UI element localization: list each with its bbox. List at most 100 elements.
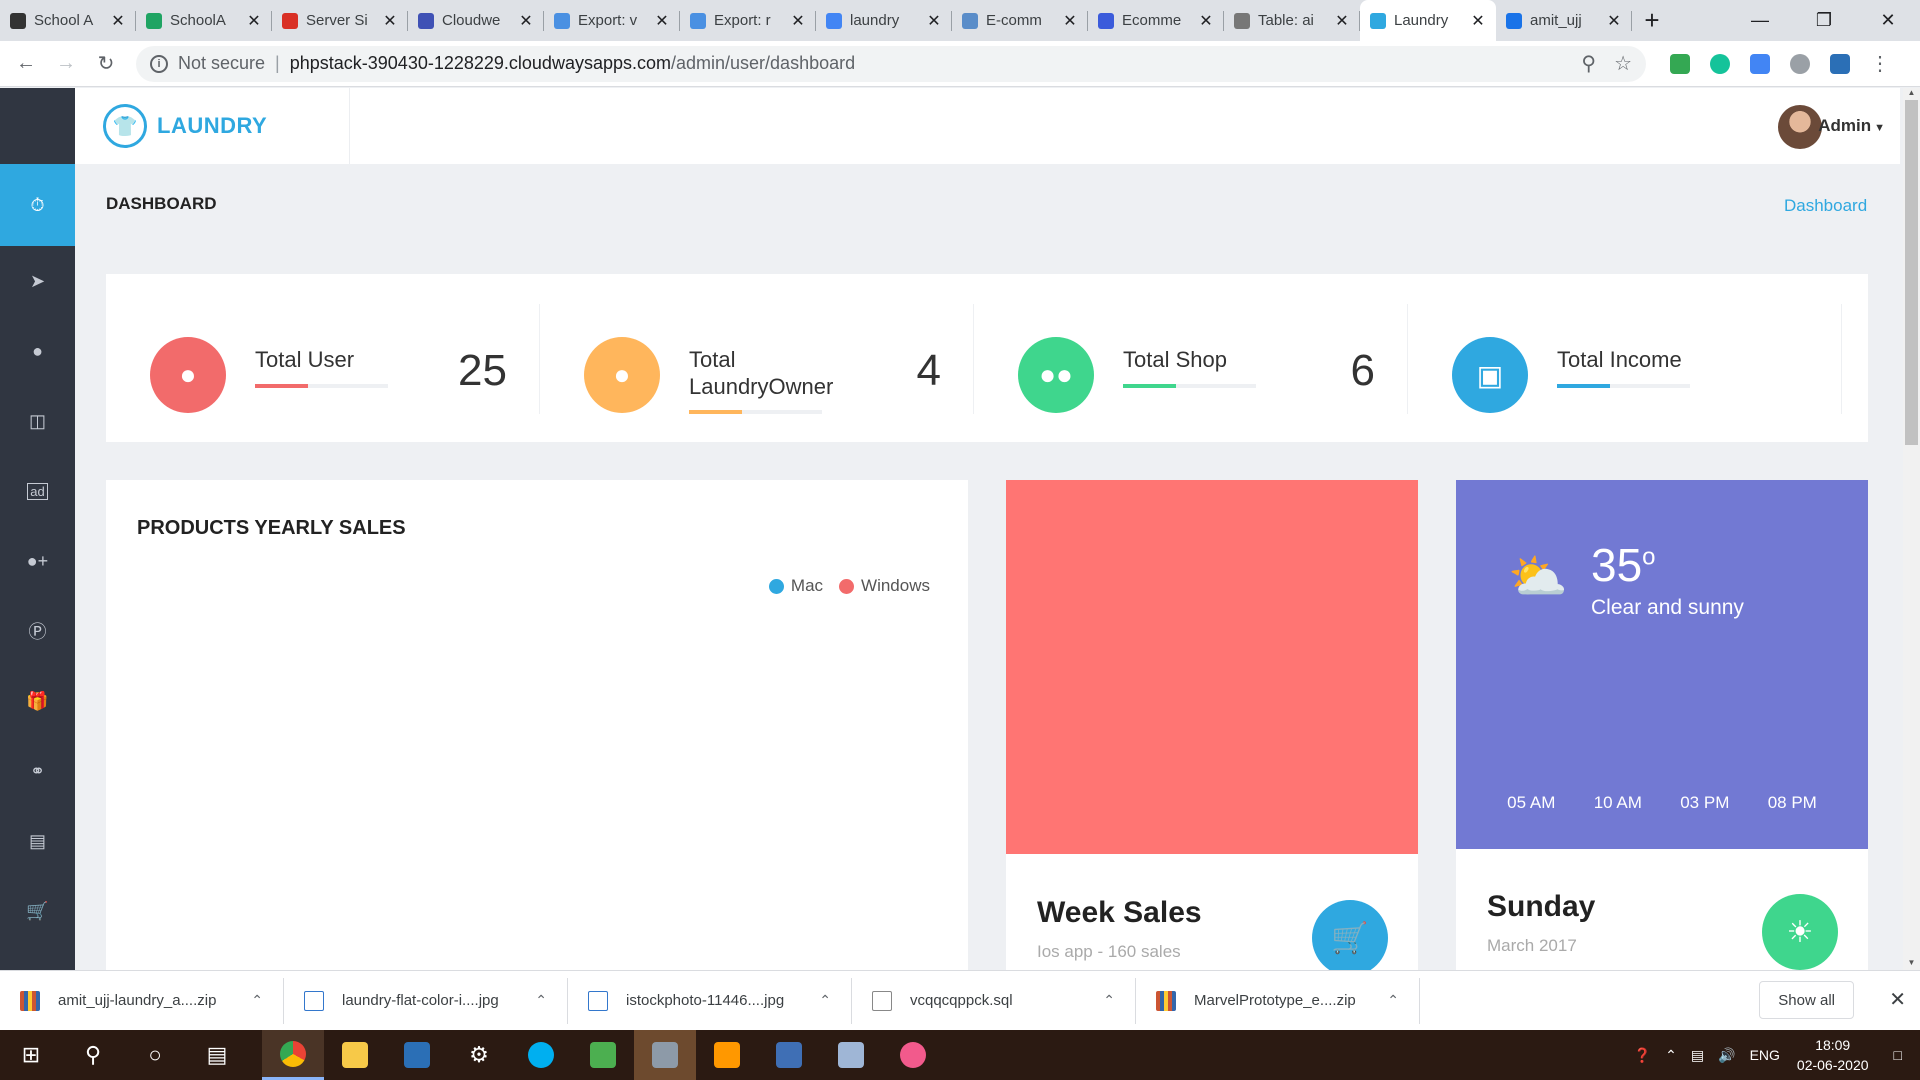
user-menu[interactable]: Admin ▼ — [1818, 116, 1885, 136]
close-tab-icon[interactable]: ✕ — [654, 11, 670, 31]
teams-icon[interactable] — [386, 1030, 448, 1080]
sidebar-item-dashboard[interactable]: ⏱ — [0, 164, 75, 246]
help-icon[interactable]: ❓ — [1634, 1047, 1651, 1064]
close-tab-icon[interactable]: ✕ — [1470, 11, 1486, 31]
clock[interactable]: 18:09 02-06-2020 — [1797, 1035, 1869, 1075]
notification-icon[interactable]: □ — [1894, 1047, 1902, 1063]
chevron-up-icon[interactable]: ⌃ — [1665, 1047, 1677, 1064]
browser-tab[interactable]: Laundry ✕ — [1360, 0, 1496, 41]
close-tab-icon[interactable]: ✕ — [1334, 11, 1350, 31]
sun-button[interactable]: ☀ — [1762, 894, 1838, 970]
page-scrollbar[interactable]: ▲ ▼ — [1903, 88, 1920, 970]
browser-tab[interactable]: E-comm ✕ — [952, 0, 1088, 41]
close-tab-icon[interactable]: ✕ — [926, 11, 942, 31]
download-item[interactable]: istockphoto-11446....jpg ⌃ — [568, 977, 852, 1024]
browser-tab[interactable]: amit_ujj ✕ — [1496, 0, 1632, 41]
cortana-icon[interactable]: ○ — [124, 1030, 186, 1080]
remote-desktop-icon[interactable] — [820, 1030, 882, 1080]
sidebar-item-layout[interactable]: ◫ — [0, 386, 75, 456]
sidebar-item-parking[interactable]: Ⓟ — [0, 596, 75, 666]
scroll-down-arrow[interactable]: ▼ — [1903, 958, 1920, 970]
chevron-up-icon[interactable]: ⌃ — [1387, 992, 1399, 1009]
brand-logo[interactable]: 👕 LAUNDRY — [75, 88, 350, 164]
itunes-icon[interactable] — [882, 1030, 944, 1080]
browser-tab[interactable]: Server Si ✕ — [272, 0, 408, 41]
sidebar-item-users[interactable]: ● — [0, 316, 75, 386]
menu-kebab-icon[interactable]: ⋮ — [1860, 44, 1900, 84]
network-icon[interactable]: ▤ — [1691, 1047, 1704, 1064]
browser-tab[interactable]: laundry ✕ — [816, 0, 952, 41]
legend-item-mac[interactable]: Mac — [768, 576, 823, 596]
sidebar-item-documents[interactable]: ▤ — [0, 806, 75, 876]
close-tab-icon[interactable]: ✕ — [1606, 11, 1622, 31]
sidebar-item-add-user[interactable]: ●+ — [0, 526, 75, 596]
close-tab-icon[interactable]: ✕ — [246, 11, 262, 31]
minimize-button[interactable]: — — [1728, 0, 1792, 41]
file-explorer-icon[interactable] — [324, 1030, 386, 1080]
chrome-icon[interactable] — [262, 1030, 324, 1080]
volume-icon[interactable]: 🔊 — [1718, 1047, 1735, 1064]
show-all-button[interactable]: Show all — [1759, 981, 1854, 1019]
tab-favicon-icon — [418, 12, 434, 29]
sidebar-item-ads[interactable]: ad — [0, 456, 75, 526]
new-tab-button[interactable]: + — [1632, 0, 1672, 41]
download-item[interactable]: MarvelPrototype_e....zip ⌃ — [1136, 977, 1420, 1024]
tab-title: Export: r — [714, 12, 771, 29]
download-item[interactable]: vcqqcqppck.sql ⌃ — [852, 977, 1136, 1024]
close-tab-icon[interactable]: ✕ — [1062, 11, 1078, 31]
close-downloads-icon[interactable]: ✕ — [1889, 987, 1906, 1012]
close-tab-icon[interactable]: ✕ — [110, 11, 126, 31]
address-bar[interactable]: i Not secure | phpstack-390430-1228229.c… — [136, 45, 1646, 82]
chevron-up-icon[interactable]: ⌃ — [819, 992, 831, 1009]
chevron-up-icon[interactable]: ⌃ — [251, 992, 263, 1009]
browser-tab[interactable]: Ecomme ✕ — [1088, 0, 1224, 41]
scroll-up-arrow[interactable]: ▲ — [1903, 88, 1920, 100]
skype-icon[interactable] — [510, 1030, 572, 1080]
windows-start-icon[interactable]: ⊞ — [0, 1030, 62, 1080]
extension-profile-icon[interactable] — [1820, 44, 1860, 84]
back-button[interactable]: ← — [6, 44, 46, 84]
extension-tv-icon[interactable] — [1660, 44, 1700, 84]
chevron-up-icon[interactable]: ⌃ — [1103, 992, 1115, 1009]
sublime-icon[interactable] — [696, 1030, 758, 1080]
browser-tab[interactable]: Table: ai ✕ — [1224, 0, 1360, 41]
key-icon[interactable]: ⚲ — [1581, 51, 1596, 76]
bookmark-star-icon[interactable]: ☆ — [1614, 51, 1632, 76]
download-item[interactable]: amit_ujj-laundry_a....zip ⌃ — [0, 977, 284, 1024]
browser-tab[interactable]: Export: v ✕ — [544, 0, 680, 41]
scroll-thumb[interactable] — [1905, 100, 1918, 445]
info-icon[interactable]: i — [150, 54, 168, 73]
close-tab-icon[interactable]: ✕ — [518, 11, 534, 31]
close-tab-icon[interactable]: ✕ — [790, 11, 806, 31]
db-tool-icon[interactable] — [634, 1030, 696, 1080]
browser-tab[interactable]: Export: r ✕ — [680, 0, 816, 41]
language-indicator[interactable]: ENG — [1750, 1047, 1780, 1063]
download-item[interactable]: laundry-flat-color-i....jpg ⌃ — [284, 977, 568, 1024]
close-window-button[interactable]: ✕ — [1856, 0, 1920, 41]
forward-button[interactable]: → — [46, 44, 86, 84]
breadcrumb[interactable]: Dashboard — [1784, 196, 1867, 216]
sidebar-item-tickets[interactable]: ⚭ — [0, 736, 75, 806]
avatar[interactable] — [1778, 105, 1822, 149]
network-app-icon[interactable] — [758, 1030, 820, 1080]
sidebar-item-gifts[interactable]: 🎁 — [0, 666, 75, 736]
extension-translate-icon[interactable] — [1740, 44, 1780, 84]
extension-cloud-icon[interactable] — [1780, 44, 1820, 84]
sidebar-item-send[interactable]: ➤ — [0, 246, 75, 316]
search-icon[interactable]: ⚲ — [62, 1030, 124, 1080]
browser-tab[interactable]: Cloudwe ✕ — [408, 0, 544, 41]
cart-button[interactable]: 🛒 — [1312, 900, 1388, 976]
close-tab-icon[interactable]: ✕ — [382, 11, 398, 31]
browser-tab[interactable]: School A ✕ — [0, 0, 136, 41]
sidebar-item-orders[interactable]: 🛒 — [0, 876, 75, 946]
reload-button[interactable]: ↻ — [86, 44, 126, 84]
task-view-icon[interactable]: ▤ — [186, 1030, 248, 1080]
extension-grammarly-icon[interactable] — [1700, 44, 1740, 84]
close-tab-icon[interactable]: ✕ — [1198, 11, 1214, 31]
chevron-up-icon[interactable]: ⌃ — [535, 992, 547, 1009]
legend-item-windows[interactable]: Windows — [839, 576, 930, 596]
browser-tab[interactable]: SchoolA ✕ — [136, 0, 272, 41]
settings-icon[interactable]: ⚙ — [448, 1030, 510, 1080]
maximize-button[interactable]: ❐ — [1792, 0, 1856, 41]
photos-icon[interactable] — [572, 1030, 634, 1080]
